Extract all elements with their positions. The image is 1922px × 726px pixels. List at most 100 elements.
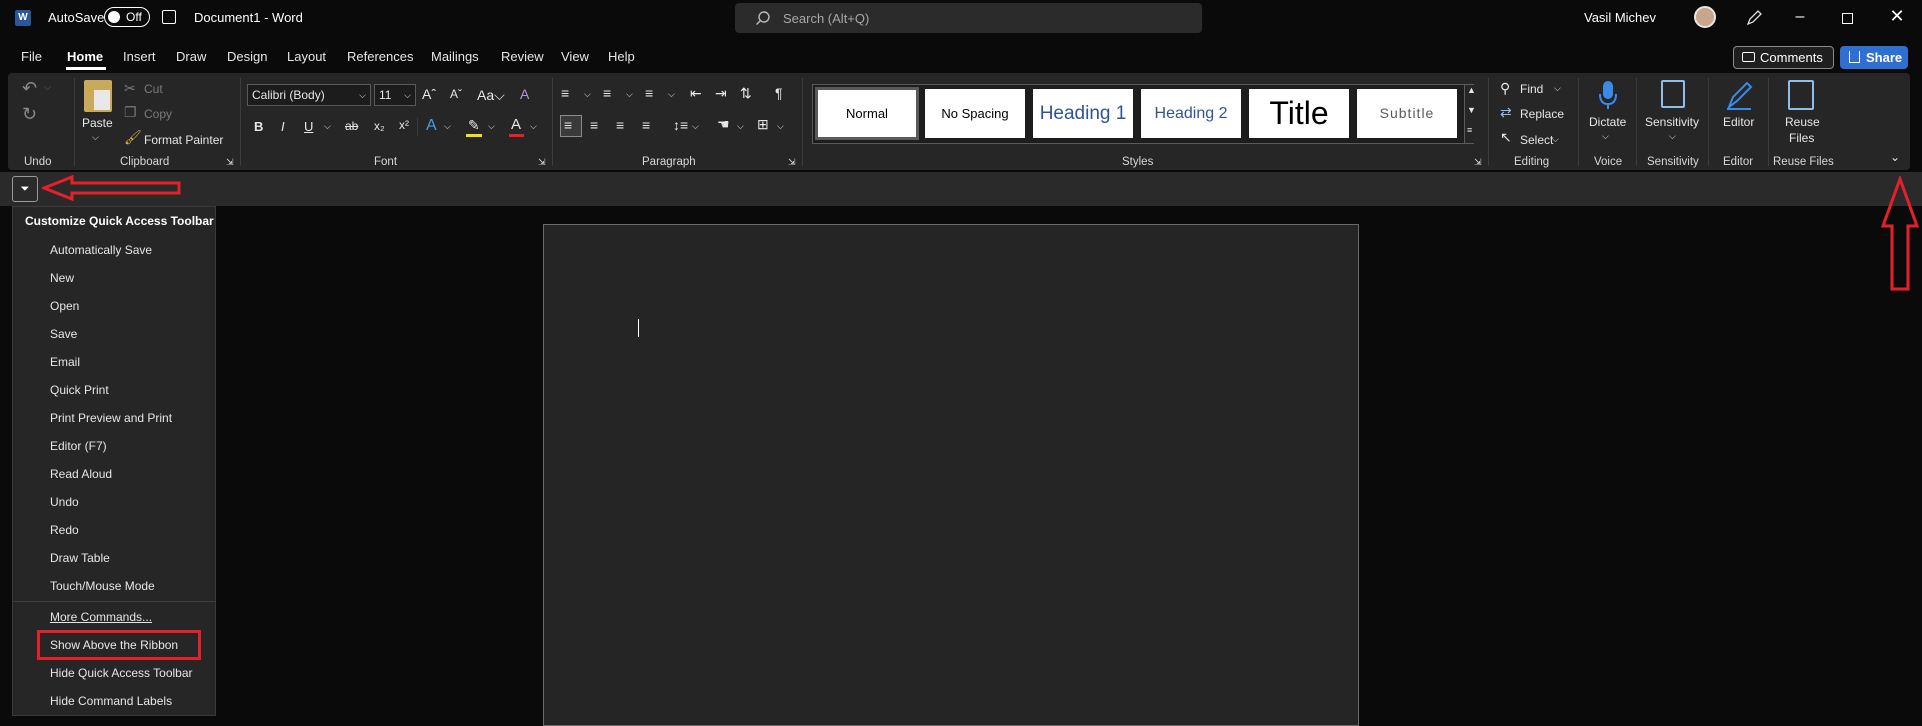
subscript-icon[interactable]: x₂ [374,119,385,133]
menu-item-quick-print[interactable]: Quick Print [50,383,109,397]
dictate-dropdown-icon[interactable]: ⌵ [1602,131,1609,142]
style-no-spacing[interactable]: No Spacing [925,89,1025,138]
menu-item-email[interactable]: Email [50,355,80,369]
italic-icon[interactable]: I [281,119,285,134]
style-subtitle[interactable]: Subtitle [1357,89,1457,138]
paragraph-launcher-icon[interactable]: ⇲ [788,157,796,168]
highlight-icon[interactable]: ✎ [468,117,480,134]
menu-item-new[interactable]: New [50,271,74,285]
paste-dropdown-icon[interactable]: ⌵ [92,132,99,143]
style-heading-2[interactable]: Heading 2 [1141,89,1241,138]
tab-file[interactable]: File [21,49,42,64]
line-spacing-dropdown-icon[interactable]: ⌵ [692,121,699,132]
styles-down-icon[interactable]: ▼ [1467,105,1476,115]
select-dropdown-icon[interactable]: ⌵ [1552,134,1559,145]
highlight-dropdown-icon[interactable]: ⌵ [488,121,495,132]
bullets-dropdown-icon[interactable]: ⌵ [584,89,591,100]
borders-dropdown-icon[interactable]: ⌵ [777,121,784,132]
underline-icon[interactable]: U [304,119,313,134]
avatar[interactable] [1694,6,1716,28]
format-painter-label[interactable]: Format Painter [144,133,223,147]
ribbon-collapse-icon[interactable]: ⌄ [1890,150,1900,164]
tab-view[interactable]: View [561,49,589,64]
sensitivity-dropdown-icon[interactable]: ⌵ [1669,131,1676,142]
borders-icon[interactable]: ⊞ [757,116,769,133]
autosave-toggle[interactable]: Off [104,7,150,27]
text-effects-dropdown-icon[interactable]: ⌵ [444,121,451,132]
tab-design[interactable]: Design [227,49,267,64]
text-effects-icon[interactable]: A [426,117,437,135]
tab-layout[interactable]: Layout [287,49,326,64]
menu-item-print-preview[interactable]: Print Preview and Print [50,411,172,425]
replace-icon[interactable]: ⇄ [1500,104,1512,121]
paste-label[interactable]: Paste [82,116,113,130]
numbering-icon[interactable]: ≡ [603,85,611,101]
align-center-icon[interactable]: ≡ [590,117,598,133]
menu-item-read-aloud[interactable]: Read Aloud [50,467,112,481]
find-icon[interactable]: ⚲ [1500,80,1510,97]
shading-dropdown-icon[interactable]: ⌵ [737,121,744,132]
font-size-dropdown[interactable]: 11 ⌵ [374,84,416,106]
menu-item-touch-mouse-mode[interactable]: Touch/Mouse Mode [50,579,155,593]
copy-label[interactable]: Copy [144,107,172,121]
tab-review[interactable]: Review [501,49,544,64]
save-icon[interactable] [162,10,176,24]
tab-home[interactable]: Home [67,49,103,64]
menu-item-redo[interactable]: Redo [50,523,79,537]
style-title[interactable]: Title [1249,89,1349,138]
editor-label[interactable]: Editor [1723,115,1754,129]
editor-icon[interactable] [1725,79,1753,111]
superscript-icon[interactable]: x² [399,118,409,132]
search-box[interactable]: Search (Alt+Q) [735,3,1202,33]
tab-help[interactable]: Help [608,49,635,64]
cut-label[interactable]: Cut [144,82,163,96]
find-dropdown-icon[interactable]: ⌵ [1554,83,1561,94]
document-page[interactable] [543,224,1359,726]
clipboard-launcher-icon[interactable]: ⇲ [226,157,234,168]
sensitivity-label[interactable]: Sensitivity [1645,115,1699,129]
user-name[interactable]: Vasil Michev [1584,10,1656,25]
share-button[interactable]: Share [1840,46,1908,69]
reuse-label-2[interactable]: Files [1789,131,1814,145]
menu-item-save[interactable]: Save [50,327,77,341]
multilevel-list-icon[interactable]: ≡ [645,85,653,101]
tab-mailings[interactable]: Mailings [431,49,479,64]
bold-icon[interactable]: B [254,119,263,134]
multilevel-dropdown-icon[interactable]: ⌵ [668,89,675,100]
styles-more-icon[interactable]: ≡ [1467,125,1472,135]
menu-item-draw-table[interactable]: Draw Table [50,551,110,565]
increase-indent-icon[interactable]: ⇥ [715,85,727,102]
line-spacing-icon[interactable]: ↕≡ [673,117,688,133]
justify-icon[interactable]: ≡ [642,117,650,133]
styles-launcher-icon[interactable]: ⇲ [1474,157,1482,168]
paste-icon[interactable] [84,80,112,112]
comments-button[interactable]: Comments [1733,46,1834,69]
tab-references[interactable]: References [347,49,413,64]
tab-draw[interactable]: Draw [176,49,206,64]
undo-icon[interactable]: ↶ [22,78,37,99]
restore-icon[interactable] [1842,13,1853,24]
select-icon[interactable]: ↖ [1500,129,1512,146]
redo-icon[interactable]: ↻ [22,104,37,125]
close-icon[interactable]: ✕ [1887,6,1907,27]
microphone-icon[interactable] [1597,79,1619,111]
menu-item-open[interactable]: Open [50,299,79,313]
menu-item-more-commands[interactable]: More Commands... [50,610,152,624]
clear-formatting-icon[interactable]: A [520,86,529,102]
dictate-label[interactable]: Dictate [1589,115,1626,129]
find-label[interactable]: Find [1520,82,1543,96]
shading-icon[interactable]: ☚ [717,116,730,133]
font-name-dropdown[interactable]: Calibri (Body) ⌵ [247,84,371,106]
bullets-icon[interactable]: ≡ [561,85,569,101]
shrink-font-icon[interactable]: Aˇ [450,87,462,101]
align-right-icon[interactable]: ≡ [616,117,624,133]
sensitivity-icon[interactable] [1661,80,1685,108]
font-color-icon[interactable]: A [511,116,521,133]
menu-item-hide-command-labels[interactable]: Hide Command Labels [50,694,172,708]
underline-dropdown-icon[interactable]: ⌵ [324,121,331,132]
menu-item-automatically-save[interactable]: Automatically Save [50,243,152,257]
menu-item-hide-qat[interactable]: Hide Quick Access Toolbar [50,666,193,680]
undo-dropdown-icon[interactable]: ⌵ [44,82,51,93]
font-color-dropdown-icon[interactable]: ⌵ [530,121,537,132]
decrease-indent-icon[interactable]: ⇤ [690,85,702,102]
